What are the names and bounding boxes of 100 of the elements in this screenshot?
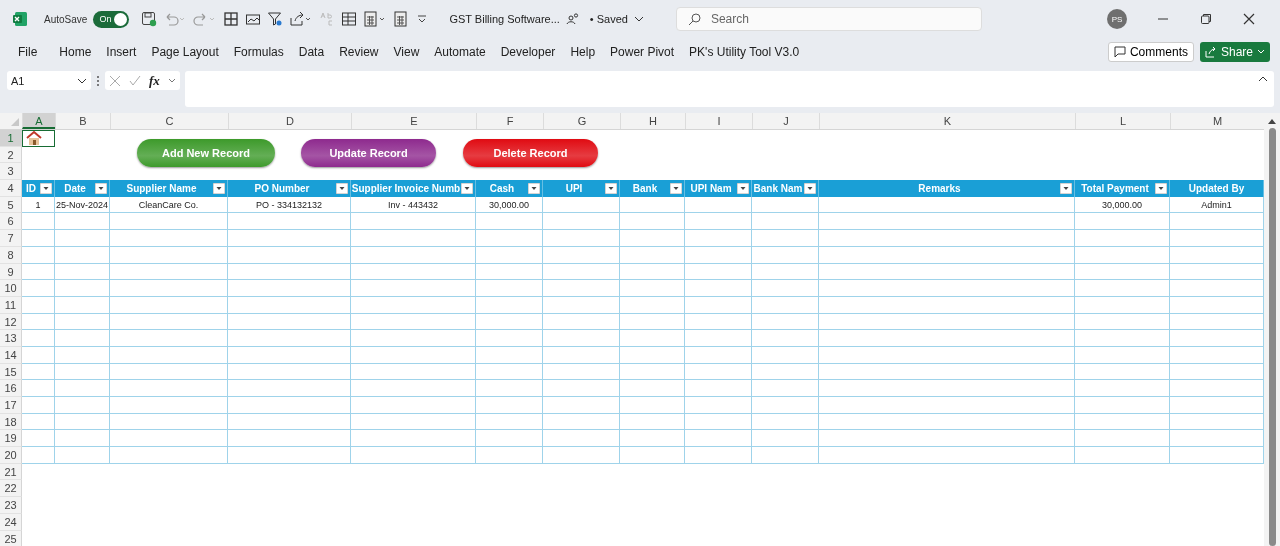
restore-icon[interactable]	[1200, 13, 1212, 25]
search-field[interactable]: Search	[675, 7, 982, 31]
autosave-toggle[interactable]: On	[93, 10, 130, 28]
menu-tab[interactable]: Help	[570, 45, 596, 59]
row-header[interactable]: 23	[0, 497, 22, 514]
table-cell	[620, 230, 685, 247]
column-header[interactable]: C	[110, 113, 228, 129]
filter-dropdown-icon[interactable]	[605, 182, 617, 194]
menu-tab[interactable]: Developer	[500, 45, 556, 59]
filter-dropdown-icon[interactable]	[95, 182, 107, 194]
row-header[interactable]: 1	[0, 130, 22, 147]
table-cell	[22, 263, 55, 281]
menu-tab[interactable]: Automate	[434, 45, 486, 59]
filter-icon[interactable]	[267, 11, 284, 27]
row-header[interactable]: 4	[0, 180, 22, 197]
filter-dropdown-icon[interactable]	[40, 182, 52, 194]
table-cell	[752, 330, 819, 347]
column-header[interactable]: H	[620, 113, 685, 129]
user-avatar[interactable]: PS	[1107, 9, 1127, 29]
filter-dropdown-icon[interactable]	[804, 182, 816, 194]
table-cell	[685, 380, 752, 397]
picture-icon[interactable]	[245, 11, 262, 27]
scroll-up-icon[interactable]	[1267, 117, 1277, 125]
table-cell	[620, 196, 685, 214]
calculator-icon[interactable]	[393, 11, 410, 27]
record-button[interactable]: Update Record	[301, 139, 436, 167]
close-icon[interactable]	[1243, 13, 1255, 25]
insert-function-button[interactable]: fx	[149, 72, 160, 89]
name-box[interactable]: A1	[7, 71, 91, 90]
table-cell: PO - 334132132	[228, 196, 351, 214]
menu-tab[interactable]: Data	[298, 45, 325, 59]
row-header[interactable]: 22	[0, 480, 22, 498]
menu-tab[interactable]: Insert	[106, 45, 137, 59]
save-icon[interactable]	[141, 11, 158, 27]
table-cell	[476, 447, 543, 464]
menu-tab[interactable]: Formulas	[233, 45, 284, 59]
share-button[interactable]: Share	[1199, 42, 1270, 62]
table-cell	[620, 413, 685, 431]
chevron-down-icon[interactable]	[633, 15, 644, 23]
filter-dropdown-icon[interactable]	[528, 182, 540, 194]
more-icon[interactable]	[96, 75, 100, 87]
menu-tab[interactable]: View	[393, 45, 420, 59]
row-header[interactable]: 3	[0, 163, 22, 181]
filter-dropdown-icon[interactable]	[737, 182, 749, 194]
row-header[interactable]: 6	[0, 213, 22, 231]
filter-dropdown-icon[interactable]	[1060, 182, 1072, 194]
borders-icon[interactable]	[223, 11, 240, 27]
table-cell	[476, 430, 543, 448]
file-name[interactable]: GST Billing Software...	[449, 13, 560, 25]
row-header[interactable]: 20	[0, 447, 22, 464]
menu-tab[interactable]: Page Layout	[151, 45, 219, 59]
comments-button[interactable]: Comments	[1107, 42, 1194, 62]
row-header[interactable]: 16	[0, 380, 22, 397]
table-cell	[476, 296, 543, 314]
collapse-icon[interactable]	[1258, 75, 1268, 83]
save-status[interactable]: • Saved	[589, 13, 628, 25]
column-header[interactable]: I	[685, 113, 752, 129]
table-cell	[476, 363, 543, 381]
check-icon[interactable]	[129, 74, 141, 87]
row-header[interactable]: 7	[0, 230, 22, 247]
table-cell	[22, 280, 55, 297]
chevron-down-icon[interactable]	[77, 76, 87, 85]
column-header[interactable]: L	[1075, 113, 1170, 129]
table-cell	[22, 380, 55, 397]
column-header[interactable]: J	[752, 113, 819, 129]
filter-dropdown-icon[interactable]	[213, 182, 225, 194]
column-header[interactable]: A	[22, 113, 55, 129]
filter-dropdown-icon[interactable]	[336, 182, 348, 194]
menu-tab[interactable]: Review	[339, 45, 379, 59]
menu-tab[interactable]: Power Pivot	[610, 45, 675, 59]
table-cell	[752, 246, 819, 264]
table-header-cell: Date	[55, 180, 110, 197]
table-cell	[685, 363, 752, 381]
filter-dropdown-icon[interactable]	[670, 182, 682, 194]
table-cell	[476, 263, 543, 281]
column-header[interactable]: F	[476, 113, 543, 129]
table-cell	[620, 430, 685, 448]
vertical-scrollbar[interactable]	[1264, 113, 1280, 546]
table-cell	[476, 313, 543, 331]
menu-tab[interactable]: Home	[59, 45, 92, 59]
menu-tab[interactable]: PK's Utility Tool V3.0	[689, 45, 800, 59]
record-button[interactable]: Delete Record	[463, 139, 598, 167]
scrollbar-thumb[interactable]	[1268, 127, 1276, 546]
column-header[interactable]: B	[55, 113, 110, 129]
column-header[interactable]: G	[543, 113, 620, 129]
row-header[interactable]: 17	[0, 397, 22, 414]
row-header[interactable]: 13	[0, 330, 22, 347]
table-header-cell: Cash	[476, 180, 543, 197]
table-icon[interactable]	[341, 11, 358, 27]
filter-dropdown-icon[interactable]	[461, 182, 473, 194]
filter-dropdown-icon[interactable]	[1155, 182, 1167, 194]
house-icon[interactable]	[25, 130, 43, 147]
row-header[interactable]: 19	[0, 430, 22, 448]
row-header[interactable]: 10	[0, 280, 22, 297]
column-header[interactable]: E	[351, 113, 476, 129]
menu-tab[interactable]: File	[18, 45, 38, 59]
formula-input[interactable]	[184, 71, 1274, 107]
column-header[interactable]: K	[819, 113, 1075, 129]
excel-logo-icon[interactable]	[12, 11, 28, 27]
column-header[interactable]: D	[228, 113, 351, 129]
